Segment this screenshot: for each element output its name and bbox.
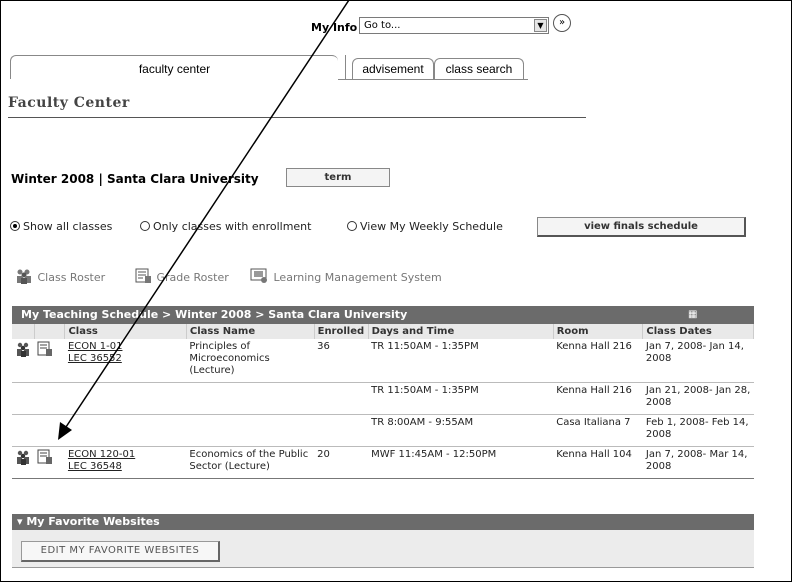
annotation-arrow	[58, 0, 350, 440]
